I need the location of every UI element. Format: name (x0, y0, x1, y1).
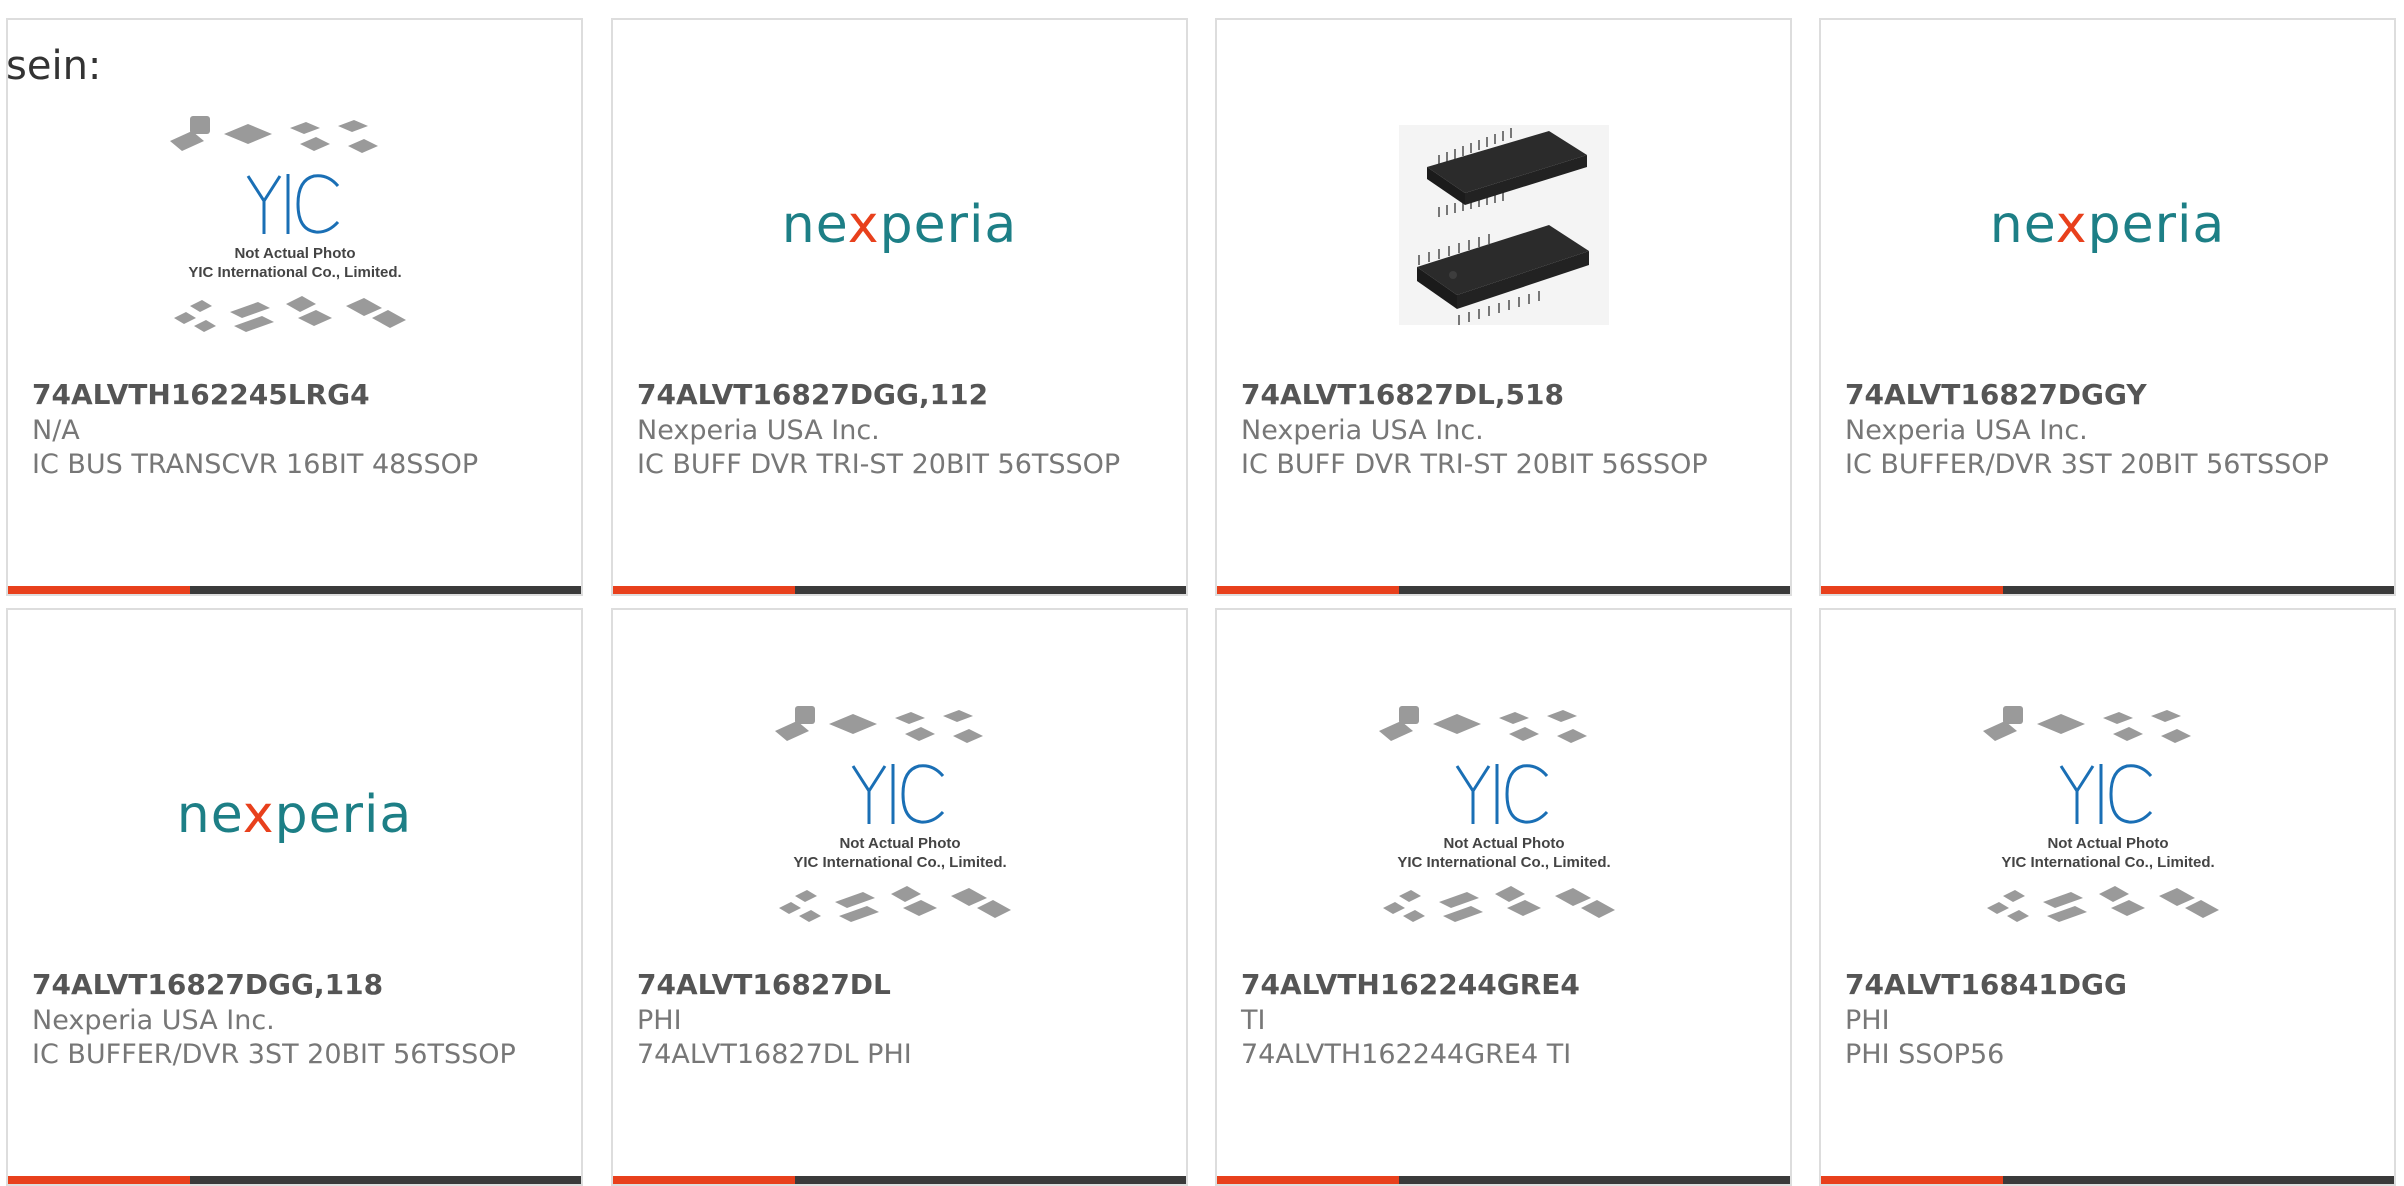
svg-text:YIC International Co., Limited: YIC International Co., Limited. (1397, 854, 1610, 871)
description: 74ALVTH162244GRE4 TI (1241, 1039, 1572, 1070)
product-card[interactable]: nexperia 74ALVT16827DGGY Nexperia USA In… (1819, 18, 2396, 596)
product-image[interactable] (1217, 80, 1790, 370)
card-footer-accent (1821, 586, 2003, 594)
yic-placeholder-image: Not Actual Photo YIC International Co., … (1369, 696, 1639, 935)
card-footer-bar (1217, 1176, 1790, 1184)
card-footer-accent (613, 586, 795, 594)
card-footer-bar (1217, 586, 1790, 594)
manufacturer: N/A (32, 415, 80, 446)
intro-text: sein: (6, 43, 102, 89)
ic-chip-photo (1398, 125, 1609, 325)
part-number[interactable]: 74ALVT16827DL,518 (1241, 378, 1564, 412)
card-footer-bar (613, 1176, 1186, 1184)
product-card[interactable]: Not Actual Photo YIC International Co., … (1819, 608, 2396, 1186)
product-card[interactable]: nexperia 74ALVT16827DGG,112 Nexperia USA… (611, 18, 1188, 596)
svg-text:Not Actual Photo: Not Actual Photo (839, 835, 960, 852)
yic-placeholder-image: Not Actual Photo YIC International Co., … (765, 696, 1035, 935)
yic-placeholder-image: Not Actual Photo YIC International Co., … (1973, 696, 2243, 935)
chip-package-icons: Not Actual Photo YIC International Co., … (1982, 705, 2219, 922)
svg-text:YIC International Co., Limited: YIC International Co., Limited. (2001, 854, 2214, 871)
card-footer-bar (8, 1176, 581, 1184)
card-footer-bar (8, 586, 581, 594)
card-footer-accent (1217, 586, 1399, 594)
chip-package-icons: Not Actual Photo YIC International Co., … (774, 705, 1011, 922)
product-image[interactable]: Not Actual Photo YIC International Co., … (8, 80, 581, 370)
manufacturer: TI (1241, 1005, 1266, 1036)
part-number[interactable]: 74ALVT16827DGGY (1845, 378, 2147, 412)
product-image[interactable]: nexperia (613, 80, 1186, 370)
product-card[interactable]: nexperia 74ALVT16827DGG,118 Nexperia USA… (6, 608, 583, 1186)
part-number[interactable]: 74ALVT16827DGG,118 (32, 968, 383, 1002)
manufacturer: Nexperia USA Inc. (637, 415, 880, 446)
product-image[interactable]: Not Actual Photo YIC International Co., … (1821, 670, 2394, 960)
product-image[interactable]: nexperia (8, 670, 581, 960)
product-image[interactable]: Not Actual Photo YIC International Co., … (613, 670, 1186, 960)
manufacturer: Nexperia USA Inc. (1845, 415, 2088, 446)
part-number[interactable]: 74ALVTH162245LRG4 (32, 378, 370, 412)
product-image[interactable]: nexperia (1821, 80, 2394, 370)
description: PHI SSOP56 (1845, 1039, 2005, 1070)
part-number[interactable]: 74ALVT16841DGG (1845, 968, 2127, 1002)
manufacturer: Nexperia USA Inc. (32, 1005, 275, 1036)
description: IC BUS TRANSCVR 16BIT 48SSOP (32, 449, 479, 480)
description: 74ALVT16827DL PHI (637, 1039, 912, 1070)
product-card[interactable]: Not Actual Photo YIC International Co., … (6, 18, 583, 596)
description: IC BUFFER/DVR 3ST 20BIT 56TSSOP (32, 1039, 516, 1070)
description: IC BUFF DVR TRI-ST 20BIT 56SSOP (1241, 449, 1708, 480)
part-number[interactable]: 74ALVTH162244GRE4 (1241, 968, 1580, 1002)
card-footer-accent (8, 1176, 190, 1184)
description: IC BUFF DVR TRI-ST 20BIT 56TSSOP (637, 449, 1121, 480)
svg-text:YIC International Co., Limited: YIC International Co., Limited. (188, 264, 401, 281)
nexperia-logo: nexperia (1989, 195, 2226, 255)
svg-text:Not Actual Photo: Not Actual Photo (234, 245, 355, 262)
chip-package-icons-top: Not Actual Photo YIC International Co., … (169, 115, 406, 332)
product-card[interactable]: Not Actual Photo YIC International Co., … (1215, 608, 1792, 1186)
card-footer-bar (613, 586, 1186, 594)
part-number[interactable]: 74ALVT16827DGG,112 (637, 378, 988, 412)
nexperia-logo: nexperia (176, 785, 413, 845)
card-footer-bar (1821, 586, 2394, 594)
svg-text:Not Actual Photo: Not Actual Photo (2047, 835, 2168, 852)
yic-placeholder-image: Not Actual Photo YIC International Co., … (160, 106, 430, 345)
card-footer-bar (1821, 1176, 2394, 1184)
card-footer-accent (1217, 1176, 1399, 1184)
product-card[interactable]: Not Actual Photo YIC International Co., … (611, 608, 1188, 1186)
svg-text:YIC International Co., Limited: YIC International Co., Limited. (793, 854, 1006, 871)
part-number[interactable]: 74ALVT16827DL (637, 968, 891, 1002)
card-footer-accent (613, 1176, 795, 1184)
manufacturer: PHI (637, 1005, 682, 1036)
product-card[interactable]: 74ALVT16827DL,518 Nexperia USA Inc. IC B… (1215, 18, 1792, 596)
description: IC BUFFER/DVR 3ST 20BIT 56TSSOP (1845, 449, 2329, 480)
manufacturer: Nexperia USA Inc. (1241, 415, 1484, 446)
manufacturer: PHI (1845, 1005, 1890, 1036)
svg-text:Not Actual Photo: Not Actual Photo (1443, 835, 1564, 852)
card-footer-accent (8, 586, 190, 594)
nexperia-logo: nexperia (781, 195, 1018, 255)
chip-package-icons: Not Actual Photo YIC International Co., … (1378, 705, 1615, 922)
card-footer-accent (1821, 1176, 2003, 1184)
product-image[interactable]: Not Actual Photo YIC International Co., … (1217, 670, 1790, 960)
